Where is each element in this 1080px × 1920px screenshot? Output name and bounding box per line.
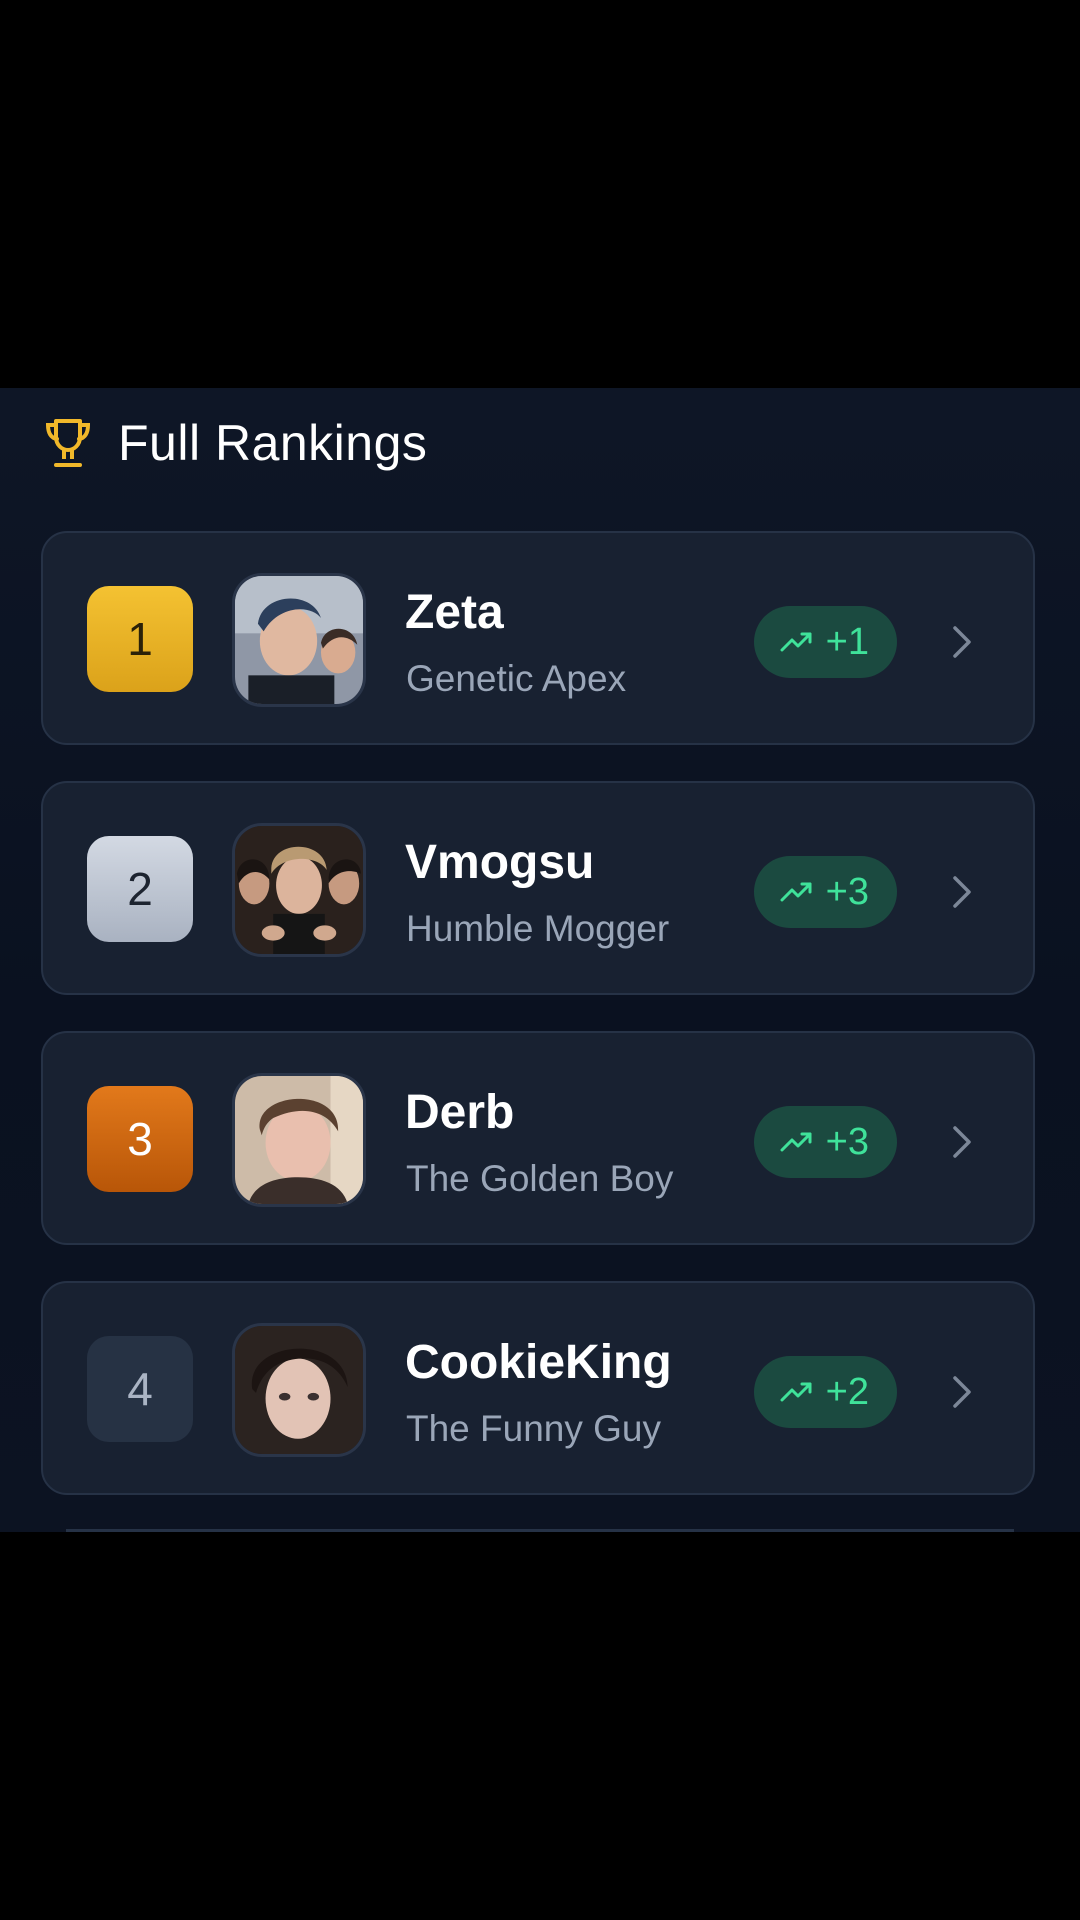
player-title: The Golden Boy <box>406 1158 674 1199</box>
chevron-right-icon <box>953 1376 971 1408</box>
rankings-header: Full Rankings <box>42 408 427 478</box>
rank-badge: 4 <box>87 1336 193 1442</box>
rank-change-value: +1 <box>825 620 869 663</box>
avatar <box>232 823 366 957</box>
rank-change-badge: +3 <box>753 856 897 928</box>
rankings-screen: Full Rankings 1 Zeta Genetic Apex +1 2 V… <box>0 388 1080 1532</box>
player-name: Zeta <box>405 586 504 639</box>
player-name: CookieKing <box>405 1336 672 1389</box>
avatar <box>232 1073 366 1207</box>
player-title: The Funny Guy <box>406 1408 662 1449</box>
rankings-list: 1 Zeta Genetic Apex +1 2 Vmogsu Humble M… <box>41 531 1037 1531</box>
chevron-right-icon <box>953 876 971 908</box>
rank-change-value: +2 <box>825 1370 869 1413</box>
player-title: Humble Mogger <box>406 908 670 949</box>
trending-up-icon <box>780 882 812 902</box>
chevron-right-icon <box>953 626 971 658</box>
rank-badge: 3 <box>87 1086 193 1192</box>
rank-change-badge: +3 <box>753 1106 897 1178</box>
chevron-right-icon <box>953 1126 971 1158</box>
trending-up-icon <box>780 1132 812 1152</box>
trophy-icon <box>45 419 91 467</box>
player-name: Derb <box>405 1086 515 1139</box>
trending-up-icon <box>780 632 812 652</box>
rank-change-value: +3 <box>825 1120 869 1163</box>
ranking-row-3[interactable]: 3 Derb The Golden Boy +3 <box>41 1031 1035 1245</box>
rank-change-badge: +1 <box>753 606 897 678</box>
next-row-edge <box>66 1529 1014 1532</box>
page-title: Full Rankings <box>118 415 428 471</box>
rank-badge: 1 <box>87 586 193 692</box>
avatar <box>232 1323 366 1457</box>
rank-badge: 2 <box>87 836 193 942</box>
player-title: Genetic Apex <box>406 658 627 699</box>
rank-change-value: +3 <box>825 870 869 913</box>
avatar <box>232 573 366 707</box>
ranking-row-2[interactable]: 2 Vmogsu Humble Mogger +3 <box>41 781 1035 995</box>
trending-up-icon <box>780 1382 812 1402</box>
ranking-row-4[interactable]: 4 CookieKing The Funny Guy +2 <box>41 1281 1035 1495</box>
rank-change-badge: +2 <box>753 1356 897 1428</box>
ranking-row-1[interactable]: 1 Zeta Genetic Apex +1 <box>41 531 1035 745</box>
player-name: Vmogsu <box>405 836 595 889</box>
